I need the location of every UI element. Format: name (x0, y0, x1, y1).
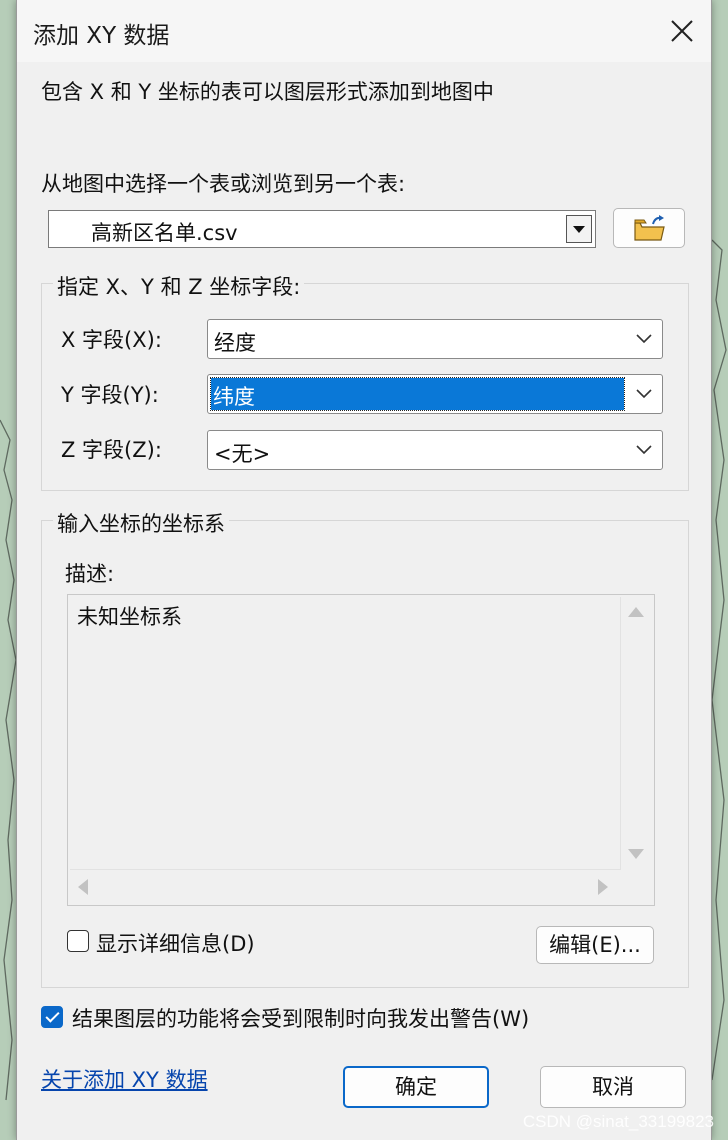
browse-button[interactable] (613, 208, 685, 248)
coordinate-system-group-title: 输入坐标的坐标系 (53, 508, 229, 538)
open-folder-icon (634, 215, 665, 241)
x-field-label: X 字段(X): (61, 328, 162, 352)
y-field-value: 纬度 (213, 385, 255, 409)
x-field-select[interactable]: 经度 (207, 319, 663, 359)
table-select-value: 高新区名单.csv (91, 221, 238, 245)
chevron-down-icon (636, 334, 652, 344)
z-field-select[interactable]: <无> (207, 430, 663, 470)
description-text: 未知坐标系 (77, 605, 182, 629)
y-field-selection-highlight: 纬度 (210, 377, 625, 411)
y-field-select[interactable]: 纬度 (207, 374, 663, 414)
description-content: 未知坐标系 (70, 597, 621, 870)
add-xy-data-dialog: 添加 XY 数据 包含 X 和 Y 坐标的表可以图层形式添加到地图中 从地图中选… (16, 0, 712, 1140)
dropdown-arrow-icon[interactable] (566, 215, 592, 243)
intro-text: 包含 X 和 Y 坐标的表可以图层形式添加到地图中 (41, 80, 494, 104)
show-details-label: 显示详细信息(D) (96, 932, 255, 956)
x-field-value: 经度 (214, 331, 256, 355)
cancel-button[interactable]: 取消 (540, 1066, 686, 1108)
title-bar: 添加 XY 数据 (17, 0, 711, 62)
chevron-down-icon (636, 389, 652, 399)
scroll-left-icon[interactable] (78, 879, 88, 895)
description-box[interactable]: 未知坐标系 (67, 594, 655, 906)
z-field-value: <无> (214, 442, 271, 466)
edit-button[interactable]: 编辑(E)... (536, 926, 654, 964)
window-title: 添加 XY 数据 (33, 23, 170, 49)
y-field-label: Y 字段(Y): (61, 383, 159, 407)
table-select-label: 从地图中选择一个表或浏览到另一个表: (41, 172, 406, 196)
scroll-up-icon[interactable] (628, 607, 644, 617)
close-icon (671, 20, 693, 42)
scroll-down-icon[interactable] (628, 849, 644, 859)
warn-limitation-label: 结果图层的功能将会受到限制时向我发出警告(W) (72, 1007, 530, 1031)
description-label: 描述: (65, 562, 115, 586)
table-select-combo[interactable]: 高新区名单.csv (48, 210, 596, 248)
watermark: CSDN @sinat_33199823 (522, 1112, 714, 1131)
ok-button[interactable]: 确定 (343, 1066, 489, 1108)
close-button[interactable] (663, 12, 701, 50)
about-add-xy-link[interactable]: 关于添加 XY 数据 (41, 1064, 208, 1094)
warn-limitation-checkbox[interactable] (41, 1006, 63, 1028)
show-details-checkbox[interactable] (67, 930, 89, 952)
chevron-down-icon (636, 445, 652, 455)
scroll-right-icon[interactable] (598, 879, 608, 895)
z-field-label: Z 字段(Z): (61, 438, 162, 462)
xyz-fields-group-title: 指定 X、Y 和 Z 坐标字段: (53, 271, 305, 301)
